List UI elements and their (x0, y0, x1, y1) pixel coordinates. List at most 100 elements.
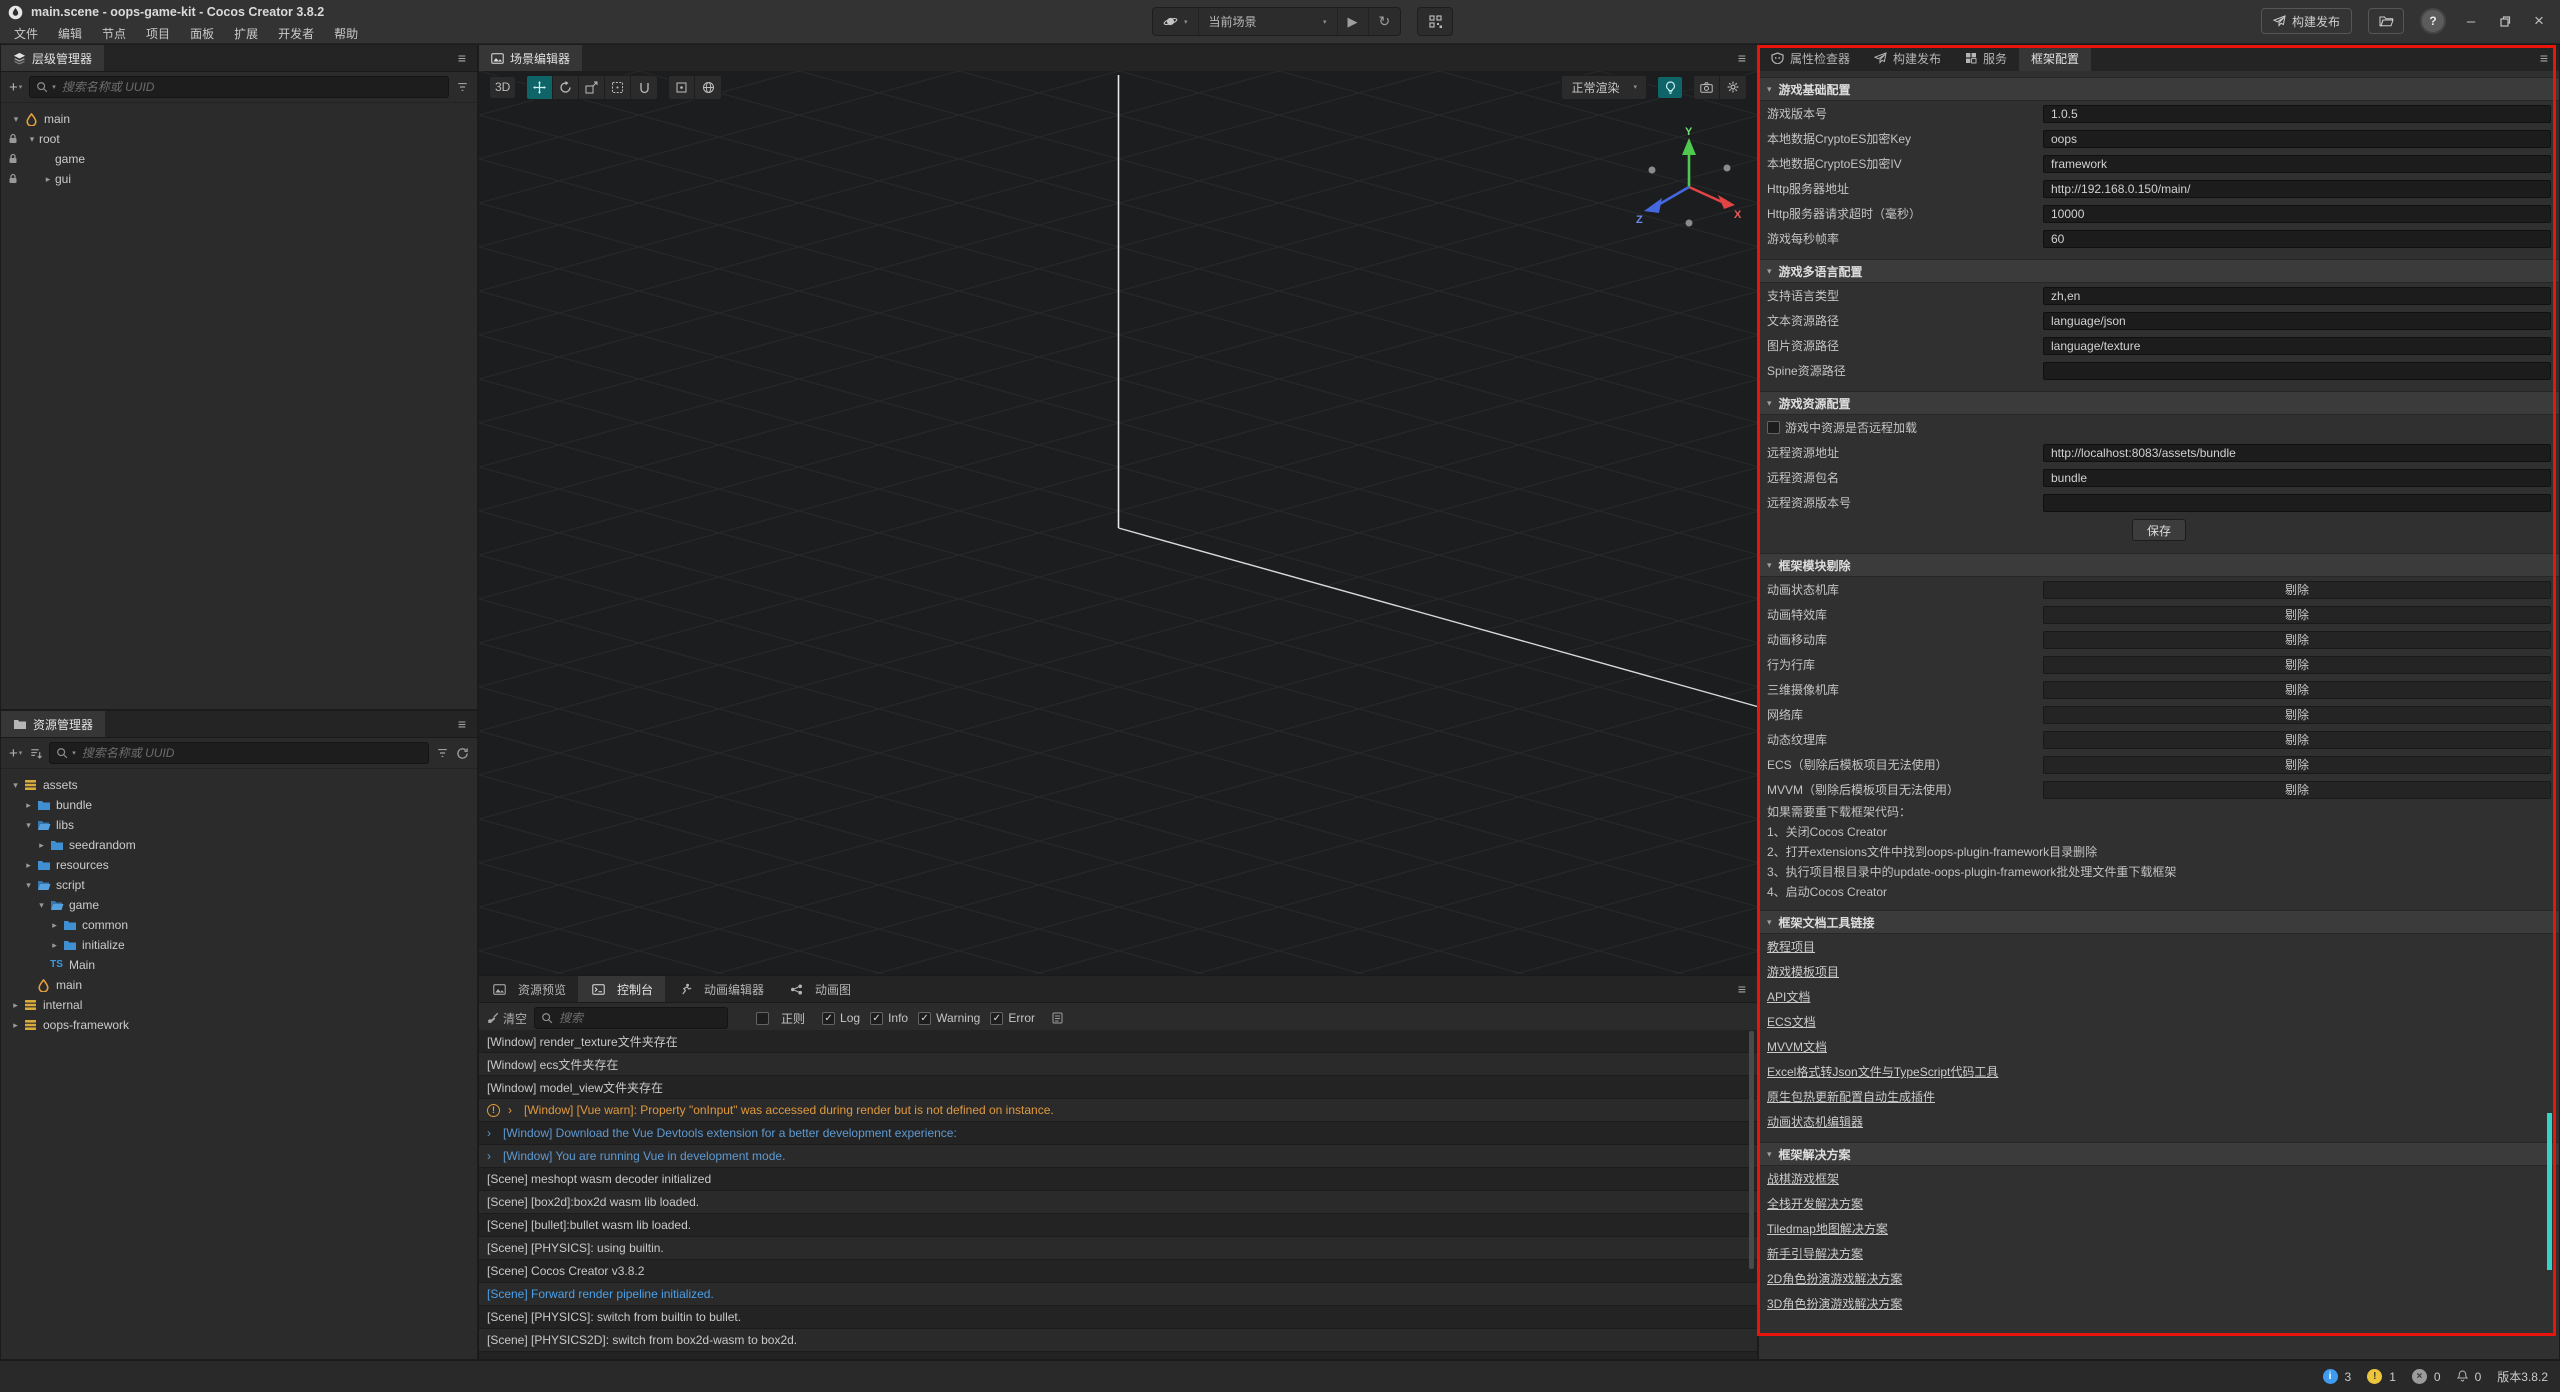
console-log-row[interactable]: [Scene] [PHYSICS]: using builtin. (479, 1237, 1757, 1260)
preview-qr-button[interactable] (1417, 7, 1453, 36)
asset-node-initialize[interactable]: ▸initialize (1, 935, 477, 955)
preview-target-button[interactable]: ▾ (1153, 8, 1199, 35)
remove-module-button[interactable]: 剔除 (2043, 756, 2551, 774)
console-log-row[interactable]: [Scene] [PHYSICS]: switch from builtin t… (479, 1306, 1757, 1329)
toggle-3d-button[interactable]: 3D (489, 76, 516, 99)
scene-viewport[interactable]: Y X Z 3D (479, 71, 1757, 974)
property-input[interactable] (2043, 287, 2551, 305)
property-input[interactable] (2043, 337, 2551, 355)
console-log-row[interactable]: [Scene] [PHYSICS2D]: switch from box2d-w… (479, 1329, 1757, 1352)
hierarchy-node-main[interactable]: ▾main (1, 109, 477, 129)
create-node-button[interactable]: +▾ (9, 80, 22, 95)
play-button[interactable]: ▶ (1338, 8, 1369, 35)
info-count-icon[interactable]: i (2323, 1369, 2338, 1384)
build-publish-button[interactable]: 构建发布 (2261, 8, 2352, 34)
console-log-row[interactable]: [Window] model_view文件夹存在 (479, 1076, 1757, 1099)
console-log-row[interactable]: !›[Window] [Vue warn]: Property "onInput… (479, 1099, 1757, 1122)
expand-log-arrow-icon[interactable]: › (487, 1126, 503, 1140)
tab-build-publish[interactable]: 构建发布 (1862, 45, 1953, 71)
doc-link[interactable]: 3D角色扮演游戏解决方案 (1767, 1295, 1902, 1312)
console-search-input[interactable] (557, 1010, 721, 1026)
remove-module-button[interactable]: 剔除 (2043, 581, 2551, 599)
asset-node-seedrandom[interactable]: ▸seedrandom (1, 835, 477, 855)
doc-link[interactable]: 战棋游戏框架 (1767, 1170, 1839, 1187)
doc-link[interactable]: 全栈开发解决方案 (1767, 1195, 1863, 1212)
remove-module-button[interactable]: 剔除 (2043, 606, 2551, 624)
refresh-icon[interactable] (456, 747, 469, 760)
expand-arrow-icon[interactable]: ▸ (48, 940, 61, 951)
hierarchy-menu-icon[interactable]: ≡ (447, 45, 477, 71)
tab-property-inspector[interactable]: 属性检查器 (1759, 45, 1862, 71)
create-asset-button[interactable]: +▾ (9, 746, 22, 761)
render-mode-dropdown[interactable]: 正常渲染 ▾ (1561, 75, 1647, 100)
section-header[interactable]: ▾框架模块剔除 (1759, 553, 2559, 577)
asset-node-common[interactable]: ▸common (1, 915, 477, 935)
collapse-arrow-icon[interactable]: ▾ (25, 134, 39, 145)
save-button[interactable]: 保存 (2132, 519, 2186, 541)
filter-log-checkbox[interactable]: ✓ (822, 1012, 835, 1025)
section-header[interactable]: ▾框架解决方案 (1759, 1142, 2559, 1166)
coordinate-space-button[interactable] (695, 76, 721, 99)
assets-search-input[interactable] (80, 745, 422, 761)
asset-node-game[interactable]: ▾game (1, 895, 477, 915)
section-header[interactable]: ▾游戏资源配置 (1759, 391, 2559, 415)
asset-node-assets[interactable]: ▾assets (1, 775, 477, 795)
axis-gizmo[interactable]: Y X Z (1634, 125, 1744, 235)
clear-console-button[interactable]: 清空 (487, 1010, 527, 1027)
doc-link[interactable]: 2D角色扮演游戏解决方案 (1767, 1270, 1902, 1287)
camera-button[interactable] (1694, 76, 1720, 99)
hierarchy-node-root[interactable]: ▾root (1, 129, 477, 149)
scene-light-button[interactable] (1657, 76, 1683, 99)
console-log-row[interactable]: [Window] render_texture文件夹存在 (479, 1030, 1757, 1053)
menu-item-2[interactable]: 节点 (92, 24, 136, 44)
console-log-row[interactable]: [Scene] Cocos Creator v3.8.2 (479, 1260, 1757, 1283)
property-input[interactable] (2043, 155, 2551, 173)
error-count-icon[interactable]: × (2412, 1369, 2427, 1384)
property-input[interactable] (2043, 362, 2551, 380)
doc-link[interactable]: 原生包热更新配置自动生成插件 (1767, 1088, 1935, 1105)
remove-module-button[interactable]: 剔除 (2043, 681, 2551, 699)
tab-graph[interactable]: 动画图 (776, 976, 863, 1002)
move-tool-button[interactable] (527, 76, 553, 99)
expand-arrow-icon[interactable]: ▸ (48, 920, 61, 931)
tab-assets[interactable]: 资源管理器 (1, 711, 105, 737)
hierarchy-node-game[interactable]: game (1, 149, 477, 169)
property-input[interactable] (2043, 494, 2551, 512)
doc-link[interactable]: Excel格式转Json文件与TypeScript代码工具 (1767, 1063, 1998, 1080)
regex-checkbox[interactable] (756, 1012, 769, 1025)
doc-link[interactable]: ECS文档 (1767, 1013, 1816, 1030)
property-input[interactable] (2043, 205, 2551, 223)
tab-hierarchy[interactable]: 层级管理器 (1, 45, 104, 71)
collapse-arrow-icon[interactable]: ▾ (22, 880, 35, 891)
expand-arrow-icon[interactable]: ▸ (9, 1000, 22, 1011)
pivot-button[interactable] (669, 76, 695, 99)
inspector-scrollbar-thumb[interactable] (2547, 1113, 2552, 1270)
console-log-row[interactable]: [Scene] Forward render pipeline initiali… (479, 1283, 1757, 1306)
scale-tool-button[interactable] (579, 76, 605, 99)
asset-node-bundle[interactable]: ▸bundle (1, 795, 477, 815)
property-input[interactable] (2043, 312, 2551, 330)
property-input[interactable] (2043, 469, 2551, 487)
sort-icon[interactable] (29, 747, 42, 760)
expand-arrow-icon[interactable]: ▸ (9, 1020, 22, 1031)
restart-button[interactable]: ↻ (1369, 8, 1401, 35)
tab-services[interactable]: 服务 (1953, 45, 2019, 71)
filter-icon[interactable] (456, 81, 469, 93)
doc-link[interactable]: 游戏模板项目 (1767, 963, 1839, 980)
collapse-arrow-icon[interactable]: ▾ (35, 900, 48, 911)
property-input[interactable] (2043, 180, 2551, 198)
rect-tool-button[interactable] (605, 76, 631, 99)
expand-arrow-icon[interactable]: ▸ (41, 174, 55, 185)
hierarchy-node-gui[interactable]: ▸gui (1, 169, 477, 189)
tab-terminal[interactable]: 控制台 (578, 976, 665, 1002)
scene-selector-dropdown[interactable]: 当前场景 ▾ (1199, 8, 1338, 35)
asset-node-Main[interactable]: TSMain (1, 955, 477, 975)
rotate-tool-button[interactable] (553, 76, 579, 99)
asset-node-libs[interactable]: ▾libs (1, 815, 477, 835)
property-input[interactable] (2043, 105, 2551, 123)
asset-node-script[interactable]: ▾script (1, 875, 477, 895)
doc-link[interactable]: API文档 (1767, 988, 1810, 1005)
minimize-button[interactable]: – (2462, 13, 2480, 30)
menu-item-7[interactable]: 帮助 (324, 24, 368, 44)
collapse-arrow-icon[interactable]: ▾ (9, 780, 22, 791)
